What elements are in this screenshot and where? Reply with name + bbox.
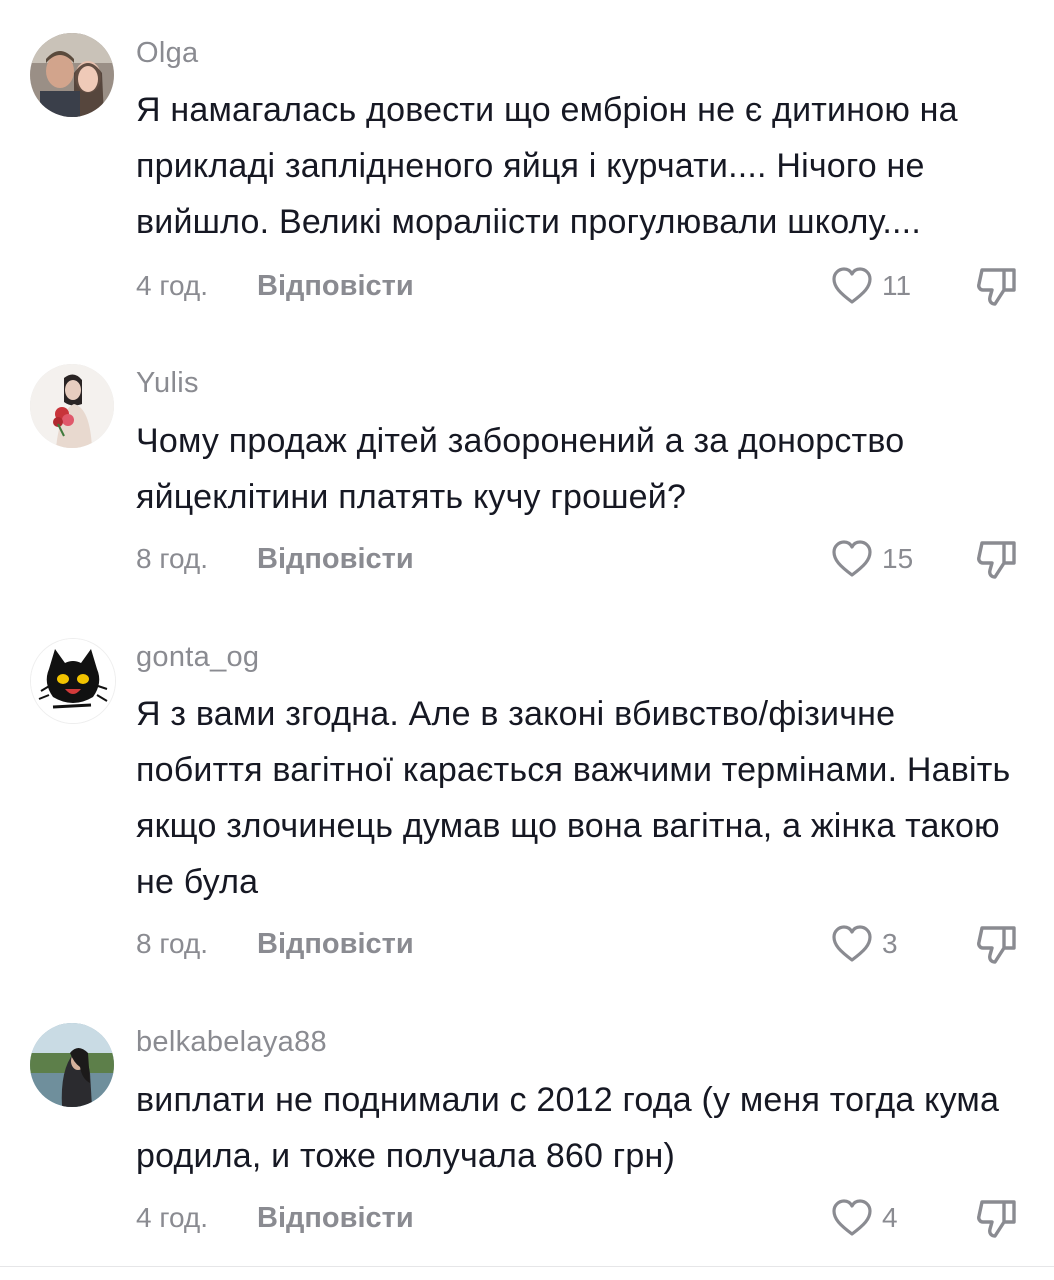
thumbs-down-icon (977, 926, 1016, 964)
avatar-photo-icon (30, 1023, 114, 1107)
comment-text: виплати не поднимали с 2012 года (у меня… (136, 1081, 1000, 1175)
thumbs-down-icon (977, 541, 1016, 579)
reply-button[interactable]: Відповісти (257, 1202, 414, 1235)
comment-username[interactable]: Yulis (136, 367, 199, 400)
comment-username[interactable]: belkabelaya88 (136, 1026, 327, 1059)
like-button[interactable]: 3 (830, 922, 898, 966)
avatar[interactable] (30, 364, 114, 448)
comment-time: 4 год. (136, 270, 209, 301)
comment-username[interactable]: Olga (136, 37, 198, 70)
comment-time: 4 год. (136, 1202, 209, 1233)
comment-time: 8 год. (136, 928, 209, 959)
comment-time: 8 год. (136, 543, 209, 574)
like-count: 4 (882, 1202, 898, 1233)
comment-actions: 8 год. Відповісти 3 (136, 922, 1054, 966)
avatar[interactable] (30, 1023, 114, 1107)
comment-actions: 4 год. Відповісти 11 (136, 264, 1054, 308)
comment-username[interactable]: gonta_og (136, 641, 259, 674)
heart-outline-icon (832, 267, 872, 304)
avatar[interactable] (30, 638, 116, 724)
dislike-button[interactable] (974, 1196, 1020, 1240)
comment-actions: 8 год. Відповісти 15 (136, 537, 1054, 581)
comment-text: Я з вами згодна. Але в законі вбивство/ф… (136, 695, 1011, 901)
heart-outline-icon (832, 540, 872, 577)
avatar-photo-icon (30, 33, 114, 117)
like-button[interactable]: 4 (830, 1196, 898, 1240)
reply-button[interactable]: Відповісти (257, 543, 414, 576)
dislike-button[interactable] (974, 922, 1020, 966)
reply-button[interactable]: Відповісти (257, 270, 414, 303)
like-count: 15 (882, 543, 914, 574)
dislike-button[interactable] (974, 264, 1020, 308)
reply-button[interactable]: Відповісти (257, 928, 414, 961)
like-count: 11 (882, 270, 912, 301)
like-button[interactable]: 11 (830, 264, 911, 308)
like-button[interactable]: 15 (830, 537, 913, 581)
heart-outline-icon (832, 925, 872, 962)
avatar[interactable] (30, 33, 114, 117)
comment-text: Чому продаж дітей заборонений а за донор… (136, 422, 905, 516)
thumbs-down-icon (977, 1200, 1016, 1238)
comment-actions: 4 год. Відповісти 4 (136, 1196, 1054, 1240)
cat-logo-icon (31, 639, 115, 723)
heart-outline-icon (832, 1199, 872, 1236)
thumbs-down-icon (977, 268, 1016, 306)
divider (0, 1266, 1054, 1267)
avatar-photo-icon (30, 364, 114, 448)
dislike-button[interactable] (974, 537, 1020, 581)
comment-text: Я намагалась довести що ембріон не є дит… (136, 91, 958, 241)
like-count: 3 (882, 928, 898, 959)
